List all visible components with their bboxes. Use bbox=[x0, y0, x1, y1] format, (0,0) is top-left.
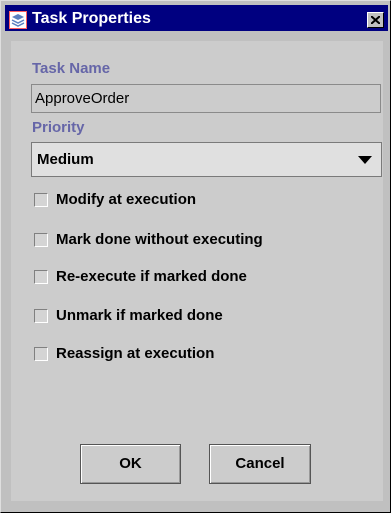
checkbox-label: Re-execute if marked done bbox=[56, 268, 247, 285]
checkbox[interactable] bbox=[34, 309, 48, 323]
window-title: Task Properties bbox=[32, 10, 151, 27]
task-name-label: Task Name bbox=[32, 60, 111, 77]
app-icon bbox=[9, 11, 27, 29]
checkbox[interactable] bbox=[34, 347, 48, 361]
option-re-execute-if-marked-done[interactable]: Re-execute if marked done bbox=[34, 268, 354, 288]
option-modify-at-execution[interactable]: Modify at execution bbox=[34, 191, 354, 211]
cancel-button[interactable]: Cancel bbox=[209, 444, 311, 484]
close-button[interactable] bbox=[367, 12, 384, 28]
priority-selected-value: Medium bbox=[37, 151, 94, 168]
option-unmark-if-marked-done[interactable]: Unmark if marked done bbox=[34, 307, 354, 327]
checkbox-label: Unmark if marked done bbox=[56, 307, 223, 324]
checkbox[interactable] bbox=[34, 233, 48, 247]
checkbox-label: Mark done without executing bbox=[56, 231, 263, 248]
checkbox-label: Modify at execution bbox=[56, 191, 197, 208]
option-reassign-at-execution[interactable]: Reassign at execution bbox=[34, 345, 354, 365]
chevron-down-icon bbox=[358, 156, 372, 164]
priority-dropdown[interactable]: Medium bbox=[31, 142, 382, 177]
task-properties-dialog: Task Properties Task Name ApproveOrder P… bbox=[0, 0, 391, 513]
task-name-field[interactable]: ApproveOrder bbox=[31, 84, 381, 113]
checkbox[interactable] bbox=[34, 193, 48, 207]
priority-label: Priority bbox=[32, 119, 85, 136]
option-mark-done-without-executing[interactable]: Mark done without executing bbox=[34, 231, 354, 251]
ok-button[interactable]: OK bbox=[80, 444, 181, 484]
checkbox-label: Reassign at execution bbox=[56, 345, 215, 362]
close-icon bbox=[371, 16, 380, 24]
checkbox[interactable] bbox=[34, 270, 48, 284]
